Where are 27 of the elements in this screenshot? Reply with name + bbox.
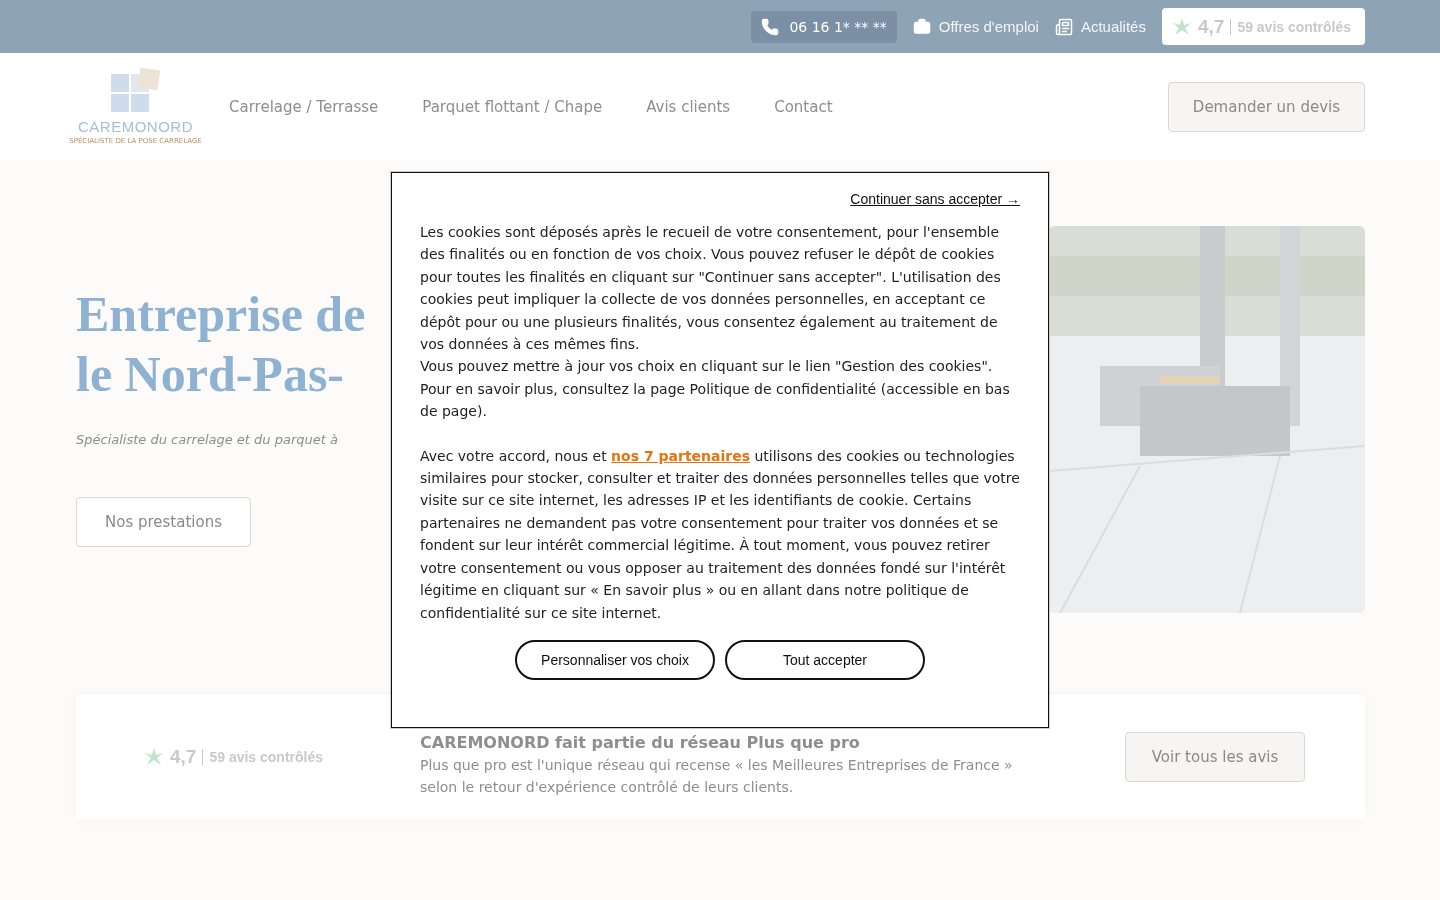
quote-button[interactable]: Demander un devis	[1167, 81, 1365, 132]
top-link[interactable]: Offres d'emploi	[912, 17, 1039, 36]
briefcase-icon	[912, 17, 931, 36]
hero-title: le Nord-Pas-	[76, 345, 345, 404]
continue-without-accepting-link[interactable]: Continuer sans accepter →	[850, 191, 1020, 207]
card-heading: CAREMONORD fait partie du réseau Plus que pro	[420, 733, 861, 752]
nav-link[interactable]: Contact	[774, 97, 833, 116]
services-button[interactable]: Nos prestations	[76, 497, 251, 547]
logo-name: CAREMONORD	[78, 118, 193, 135]
cookie-paragraph: Les cookies sont déposés après le recueil de votre consentement, pour l'ensemble des finalités ou en fonction de vos choix. Vous pouvez refuser le dépôt de cookies pour toutes les finalités en cliquant sur "Continuer sans accepter". L'utilisation des cookies peut impliquer la collecte de vos données personnelles, en acceptant ce dépôt pour ou une plusieurs finalités, vous consentez également au traitement de vos données à ces mêmes fins.	[420, 223, 1002, 355]
nav-link[interactable]: Carrelage / Terrasse	[229, 97, 379, 116]
top-link[interactable]: Actualités	[1054, 17, 1146, 36]
phone-link[interactable]: 06 16 1* ** **	[751, 10, 897, 43]
newspaper-icon	[1054, 17, 1073, 36]
consent-button[interactable]: Personnaliser vos choix	[515, 639, 715, 680]
hero-subtitle: Spécialiste du carrelage et du parquet à	[76, 432, 339, 447]
star-logo-icon	[144, 747, 164, 767]
cookie-paragraph: Vous pouvez mettre à jour vos choix en cliquant sur le lien "Gestion des cookies". Pour en savoir plus, consultez la page Politique de confidentialité (accessible en bas de page).	[420, 357, 1011, 422]
card-text: Plus que pro est l'unique réseau qui recense « les Meilleures Entreprises de France » selon le retour d'expérience contrôlé de leurs clients.	[420, 756, 1014, 797]
all-reviews-button[interactable]: Voir tous les avis	[1125, 732, 1305, 782]
hero-title: Entreprise de	[76, 285, 367, 344]
phone-icon	[761, 17, 780, 36]
cookie-paragraph: Avec votre accord, nous et nos 7 partenaires utilisons des cookies ou technologies similaires pour stocker, consulter et traiter des données personnelles telles que votre visite sur ce site internet, les adresses IP et les identifiants de cookie. Certains partenaires ne demandent pas votre consentement pour traiter vos données et se fondent sur leur intérêt commercial légitime. À tout moment, vous pouvez retirer votre consentement ou vous opposer au traitement des données fondé sur l'intérêt légitime en cliquant sur « En savoir plus » ou en allant dans notre politique de confidentialité sur ce site internet.	[420, 446, 1020, 623]
consent-button[interactable]: Tout accepter	[725, 639, 925, 680]
nav-link[interactable]: Parquet flottant / Chape	[422, 97, 603, 116]
nav-link[interactable]: Avis clients	[646, 97, 731, 116]
partners-link[interactable]: nos 7 partenaires	[611, 447, 751, 464]
